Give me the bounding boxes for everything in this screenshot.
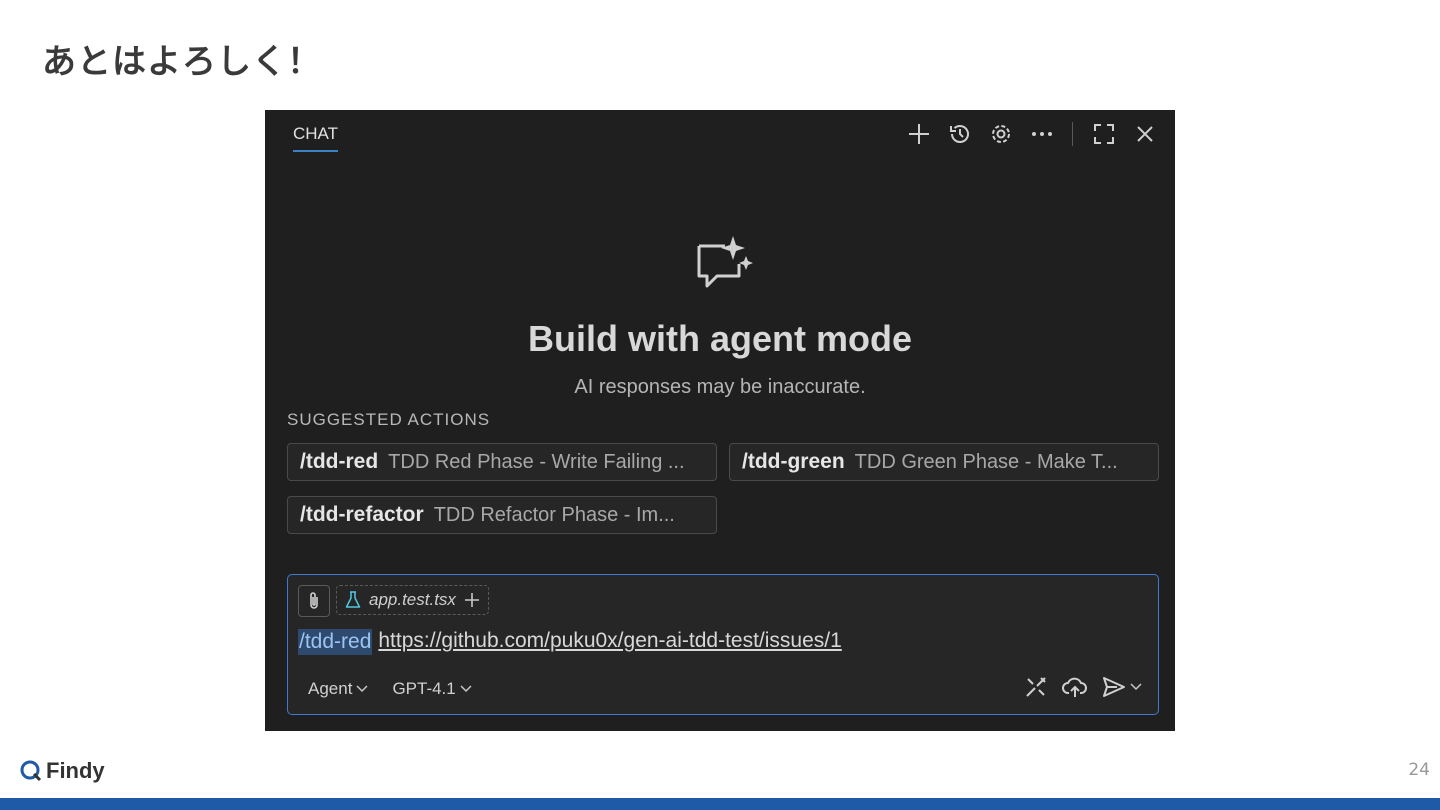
- attached-file-name: app.test.tsx: [369, 590, 456, 609]
- hero-subtitle: AI responses may be inaccurate.: [574, 376, 866, 398]
- chat-input-box[interactable]: app.test.tsx /tdd-red https://github.com…: [287, 574, 1159, 715]
- tools-icon[interactable]: [1024, 675, 1048, 699]
- chevron-down-icon: [1130, 683, 1142, 691]
- gear-icon[interactable]: [984, 120, 1017, 148]
- send-icon[interactable]: [1102, 676, 1142, 698]
- chat-toolbar: [902, 120, 1161, 148]
- close-icon[interactable]: [1128, 120, 1161, 148]
- prompt-command: /tdd-red: [298, 629, 373, 655]
- attach-button[interactable]: [298, 585, 330, 617]
- chat-sparkle-icon: [695, 234, 755, 294]
- plus-icon: [464, 593, 479, 607]
- prompt-text[interactable]: /tdd-red https://github.com/puku0x/gen-a…: [298, 629, 842, 655]
- mode-select[interactable]: Agent: [308, 679, 368, 699]
- hero-title: Build with agent mode: [528, 318, 912, 359]
- suggestion-description: TDD Refactor Phase - Im...: [433, 503, 675, 526]
- mode-select-label: Agent: [308, 679, 353, 698]
- slide-title: あとはよろしく！: [42, 42, 322, 82]
- findy-logo: Findy: [20, 758, 105, 784]
- model-select-label: GPT-4.1: [392, 679, 456, 698]
- input-selectors: Agent GPT-4.1: [308, 679, 472, 699]
- findy-logo-icon: [20, 760, 42, 782]
- maximize-icon[interactable]: [1087, 120, 1120, 148]
- toolbar-divider: [1072, 122, 1073, 146]
- suggestion-description: TDD Red Phase - Write Failing ...: [388, 450, 685, 473]
- cloud-upload-icon[interactable]: [1062, 675, 1088, 699]
- history-icon[interactable]: [943, 120, 976, 148]
- chat-panel-screenshot: CHAT Build with agent mode AI responses …: [265, 110, 1175, 731]
- chevron-down-icon: [460, 685, 472, 693]
- chevron-down-icon: [356, 685, 368, 693]
- paperclip-icon: [310, 592, 318, 609]
- more-icon[interactable]: [1025, 120, 1058, 148]
- model-select[interactable]: GPT-4.1: [392, 679, 472, 699]
- brand-name: Findy: [46, 758, 105, 783]
- footer-bar: [0, 798, 1440, 810]
- suggestion-tdd-green[interactable]: /tdd-green TDD Green Phase - Make T...: [729, 443, 1159, 481]
- suggestion-command: /tdd-green: [742, 450, 845, 473]
- tab-chat[interactable]: CHAT: [293, 124, 339, 152]
- attached-file-chip[interactable]: app.test.tsx: [336, 585, 489, 615]
- page-number: 24: [1408, 760, 1430, 780]
- suggested-actions-label: SUGGESTED ACTIONS: [287, 410, 491, 429]
- input-actions: [1024, 675, 1142, 699]
- prompt-url[interactable]: https://github.com/puku0x/gen-ai-tdd-tes…: [378, 629, 841, 655]
- suggestion-description: TDD Green Phase - Make T...: [854, 450, 1118, 473]
- suggestion-tdd-red[interactable]: /tdd-red TDD Red Phase - Write Failing .…: [287, 443, 717, 481]
- suggestion-tdd-refactor[interactable]: /tdd-refactor TDD Refactor Phase - Im...: [287, 496, 717, 534]
- suggestion-command: /tdd-refactor: [300, 503, 424, 526]
- plus-icon[interactable]: [902, 120, 935, 148]
- suggestion-command: /tdd-red: [300, 450, 379, 473]
- beaker-icon: [345, 591, 361, 608]
